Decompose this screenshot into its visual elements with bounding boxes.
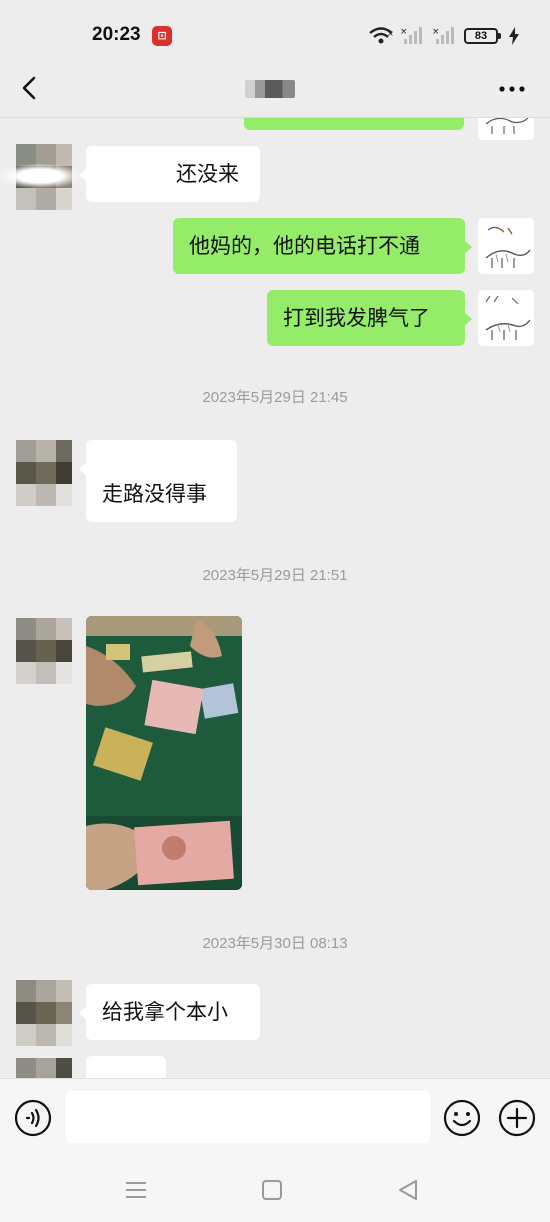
- bank-app-icon: ⊡: [152, 26, 172, 46]
- tiger-drawing-icon: [485, 295, 531, 340]
- message-bubble[interactable]: 他妈的，他的电话打不通: [173, 218, 472, 274]
- self-avatar[interactable]: [478, 118, 534, 140]
- message-text: 打到我发脾气了: [283, 306, 430, 330]
- signal-icon: ×: [400, 27, 422, 44]
- home-icon[interactable]: [258, 1176, 286, 1204]
- battery-icon: 83: [464, 28, 501, 44]
- system-nav-bar: [0, 1156, 550, 1222]
- status-time: 20:23: [92, 24, 141, 45]
- chat-title: [245, 80, 295, 98]
- message-text: 他妈的，他的电话打不通: [189, 234, 420, 258]
- more-dots-icon[interactable]: [492, 74, 532, 104]
- message-text: 走路没得事: [102, 482, 207, 506]
- tiger-drawing-icon: [485, 118, 529, 134]
- message-text: 还没来: [176, 162, 239, 186]
- tiger-drawing-icon: [485, 226, 531, 268]
- photo-message[interactable]: [86, 616, 242, 890]
- message-timestamp: 2023年5月29日 21:51: [202, 567, 348, 584]
- message-timestamp: 2023年5月29日 21:45: [202, 389, 348, 406]
- partial-message-bubble[interactable]: [244, 118, 464, 130]
- redaction-smudge: [0, 164, 80, 188]
- self-avatar[interactable]: [478, 218, 534, 274]
- avatar[interactable]: [16, 618, 72, 684]
- message-text: 给我拿个本小: [102, 1000, 228, 1024]
- menu-icon[interactable]: [122, 1176, 150, 1204]
- avatar[interactable]: [16, 440, 72, 506]
- plus-icon[interactable]: [498, 1099, 536, 1137]
- message-input[interactable]: [66, 1091, 430, 1143]
- charging-icon: [509, 27, 519, 45]
- back-triangle-icon[interactable]: [394, 1176, 422, 1204]
- message-bubble[interactable]: 走路没得事: [79, 440, 237, 522]
- avatar[interactable]: [16, 1058, 72, 1078]
- message-bubble[interactable]: 打到我发脾气了: [267, 290, 472, 346]
- voice-icon[interactable]: [14, 1099, 52, 1137]
- svg-text:×: ×: [387, 29, 394, 38]
- input-bar: [0, 1078, 550, 1156]
- photo-card-table: [86, 616, 242, 890]
- avatar[interactable]: [16, 980, 72, 1046]
- chevron-left-icon[interactable]: [14, 72, 46, 104]
- message-timestamp: 2023年5月30日 08:13: [202, 935, 348, 952]
- status-icons: × × × 83: [368, 24, 520, 48]
- svg-text:×: ×: [432, 27, 440, 37]
- signal-icon: ×: [432, 27, 454, 44]
- wifi-icon: ×: [369, 27, 394, 44]
- chat-area[interactable]: 还没来 他妈的，他的电话打不通 打到我发脾气了 2023年5月29日 21:45: [0, 118, 550, 1078]
- emoji-icon[interactable]: [443, 1099, 481, 1137]
- self-avatar[interactable]: [478, 290, 534, 346]
- partial-message-bubble[interactable]: [86, 1056, 166, 1078]
- message-bubble[interactable]: 给我拿个本小: [79, 984, 260, 1040]
- chat-header: [0, 60, 550, 118]
- svg-text:×: ×: [400, 27, 408, 37]
- message-bubble[interactable]: 还没来: [79, 146, 260, 202]
